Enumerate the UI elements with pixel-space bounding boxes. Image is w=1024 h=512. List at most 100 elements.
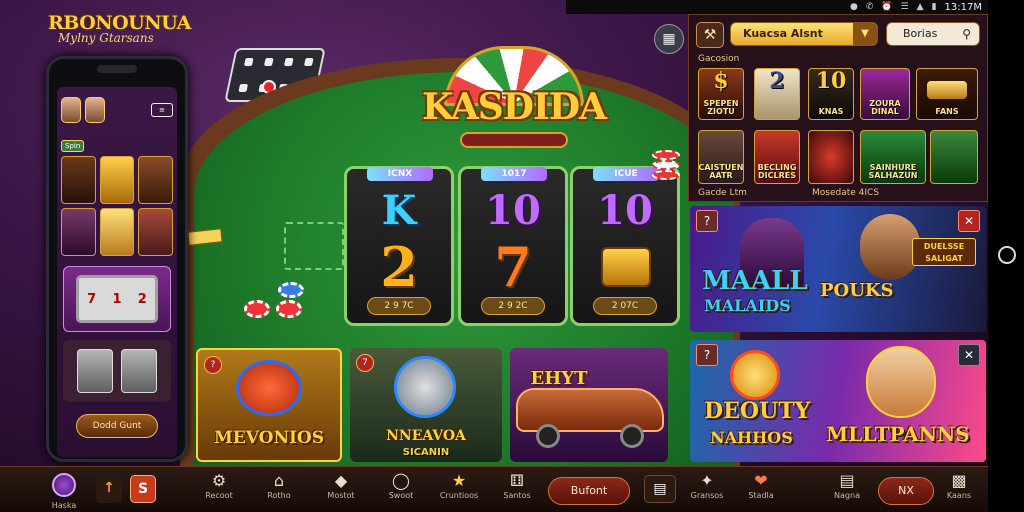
tile-symbol: 10 — [815, 68, 847, 94]
phone-game-tile[interactable] — [99, 156, 135, 204]
arrow-up-icon[interactable]: ↑ — [96, 475, 122, 503]
slot-machine-icon — [121, 349, 157, 393]
panel-game-tile[interactable]: $ SPEPEN ZIOTU — [698, 68, 744, 120]
tile-label: ZOURA DINAL — [869, 99, 901, 116]
slot-reel[interactable]: 1017 10 7 2 9 2C — [458, 166, 568, 326]
tile-label: SPEPEN ZIOTU — [703, 99, 739, 116]
panel-game-tile[interactable]: FANS — [916, 68, 978, 120]
tile-label: FANS — [935, 107, 959, 116]
phone-badge-row: Spin — [57, 133, 177, 152]
wifi-icon: ☰ — [900, 2, 909, 12]
promo-banner[interactable]: ? ✕ MAALL MALAIDS POUKS DUELSSE SALIGAT — [690, 206, 986, 332]
panel-game-tile[interactable]: ZOURA DINAL — [860, 68, 910, 120]
badge-icon: ? — [696, 344, 718, 366]
nav-item[interactable]: ❤ Stadla — [732, 471, 790, 509]
game-card[interactable]: EHYT — [510, 348, 668, 462]
hammer-icon[interactable]: ⚒ — [696, 22, 724, 48]
chip-icon — [244, 300, 270, 318]
nav-item[interactable]: ⚙ Recoot — [190, 471, 248, 509]
nav-item-label: Nagna — [834, 491, 860, 500]
nav-item-label: Santos — [503, 491, 531, 500]
nav-item[interactable]: ✦ Gransos — [678, 471, 736, 509]
gem-icon: ✦ — [700, 471, 714, 490]
home-button[interactable] — [998, 246, 1016, 264]
game-card-title: NNEAVOA — [386, 428, 466, 444]
reel-wheel-icon — [394, 356, 456, 418]
banner-title-line2: NAHHOS — [710, 428, 793, 447]
car-icon — [516, 388, 664, 432]
game-logo-title: KASDIDA — [422, 86, 607, 128]
phone-game-tile[interactable] — [99, 208, 135, 256]
panel-game-tile[interactable]: SAINHURE SALHAZUN — [860, 130, 926, 184]
reel-top-symbol: K — [381, 187, 417, 234]
game-card-title: MEVONIOS — [213, 428, 325, 448]
nav-item[interactable]: ▤ Nagna — [818, 471, 876, 509]
panel-game-tile[interactable]: 10 KNAS — [808, 68, 854, 120]
phone-cta-button[interactable]: Dodd Gunt — [76, 414, 158, 438]
reel-bottom-symbol: 7 — [494, 235, 532, 299]
gamepad-icon[interactable]: ▤ — [644, 475, 676, 503]
nav-item[interactable]: ⌂ Rotho — [250, 471, 308, 509]
slot-reel[interactable]: ICNX K 2 2 9 7C — [344, 166, 454, 326]
logo-ribbon — [460, 132, 568, 148]
signal-icon: ▲ — [916, 2, 924, 12]
slot-reel[interactable]: ICUE 10 2 07C — [570, 166, 680, 326]
game-card[interactable]: ? MEVONIOS — [196, 348, 342, 462]
controller-icon: ▩ — [951, 471, 967, 490]
banner-title-line1: MAALL — [702, 266, 808, 296]
wheel-icon — [536, 424, 560, 448]
phone-screen: ≡ Spin 7 1 2 Dodd Gunt — [57, 87, 177, 457]
phone-menu-icon[interactable]: ≡ — [151, 103, 173, 117]
slot-symbol: 7 — [87, 291, 97, 307]
nav-item-label: Stadla — [748, 491, 774, 500]
slot-symbol: 2 — [137, 291, 147, 307]
nav-item[interactable]: ▩ Kaans — [930, 471, 988, 509]
panel-game-tile[interactable]: CAISTUEN AATR — [698, 130, 744, 184]
panel-game-tile[interactable] — [808, 130, 854, 184]
phone-game-tile[interactable] — [61, 156, 96, 204]
banner-right-title: MLLTPANNS — [826, 422, 970, 446]
panel-game-tile[interactable]: BECLING DICLRES — [754, 130, 800, 184]
shield-icon: ◯ — [392, 471, 410, 490]
whatsapp-icon: ✆ — [865, 2, 874, 12]
phone-game-tile[interactable] — [138, 208, 173, 256]
trophy-icon: ★ — [451, 471, 467, 490]
banner-right-title: POUKS — [820, 280, 894, 301]
status-time: 13:17M — [944, 1, 982, 13]
casino-app-screen: ● ✆ ⏰ ☰ ▲ ▮ 13:17M RBONOUNUA Mylny Gtars… — [0, 0, 1024, 512]
grid-menu-button[interactable]: ▦ — [654, 24, 684, 54]
phone-badge: Spin — [61, 140, 85, 152]
settings-icon: ⚙ — [211, 471, 227, 490]
phone-game-tile[interactable] — [138, 156, 173, 204]
phone-game-tile[interactable] — [61, 208, 96, 256]
diamond-icon: ◆ — [334, 471, 348, 490]
phone-slot-machine[interactable]: 7 1 2 — [63, 266, 171, 332]
game-card-title: EHYT — [530, 368, 588, 389]
slots-icon[interactable]: S — [130, 475, 156, 503]
panel-game-tile[interactable] — [930, 130, 978, 184]
tile-symbol: $ — [713, 68, 729, 94]
section-footer-left: Gacde Ltm — [698, 188, 747, 198]
badge-icon: ? — [696, 210, 718, 232]
nav-action-button[interactable]: Bufont — [548, 477, 630, 505]
treasure-icon — [601, 247, 651, 287]
close-icon[interactable]: ✕ — [958, 210, 980, 232]
nav-item[interactable]: ⚅ Santos — [488, 471, 546, 509]
nav-close-button[interactable]: NX — [878, 477, 934, 505]
promo-banner[interactable]: ? ✕ DEOUTY NAHHOS MLLTPANNS — [690, 340, 986, 462]
panel-game-tile[interactable]: 2 — [754, 68, 800, 120]
nav-item[interactable]: ★ Cruntioos — [430, 471, 488, 509]
game-card[interactable]: 7 NNEAVOA SICANIN — [350, 348, 502, 462]
profile-icon — [52, 473, 76, 497]
card-badge: ? — [204, 356, 222, 374]
heart-icon: ❤ — [754, 471, 768, 490]
category-select[interactable]: Kuacsa Alsnt ▼ — [730, 22, 878, 46]
nav-item[interactable]: ◆ Mostot — [312, 471, 370, 509]
close-icon[interactable]: ✕ — [958, 344, 980, 366]
gold-bar-icon — [927, 81, 967, 99]
news-icon: ▤ — [839, 471, 855, 490]
reel-tag: ICNX — [367, 167, 433, 181]
nav-profile[interactable]: Haska — [44, 473, 84, 511]
nav-item[interactable]: ◯ Swoot — [372, 471, 430, 509]
search-input[interactable]: Borias ⚲ — [886, 22, 980, 46]
